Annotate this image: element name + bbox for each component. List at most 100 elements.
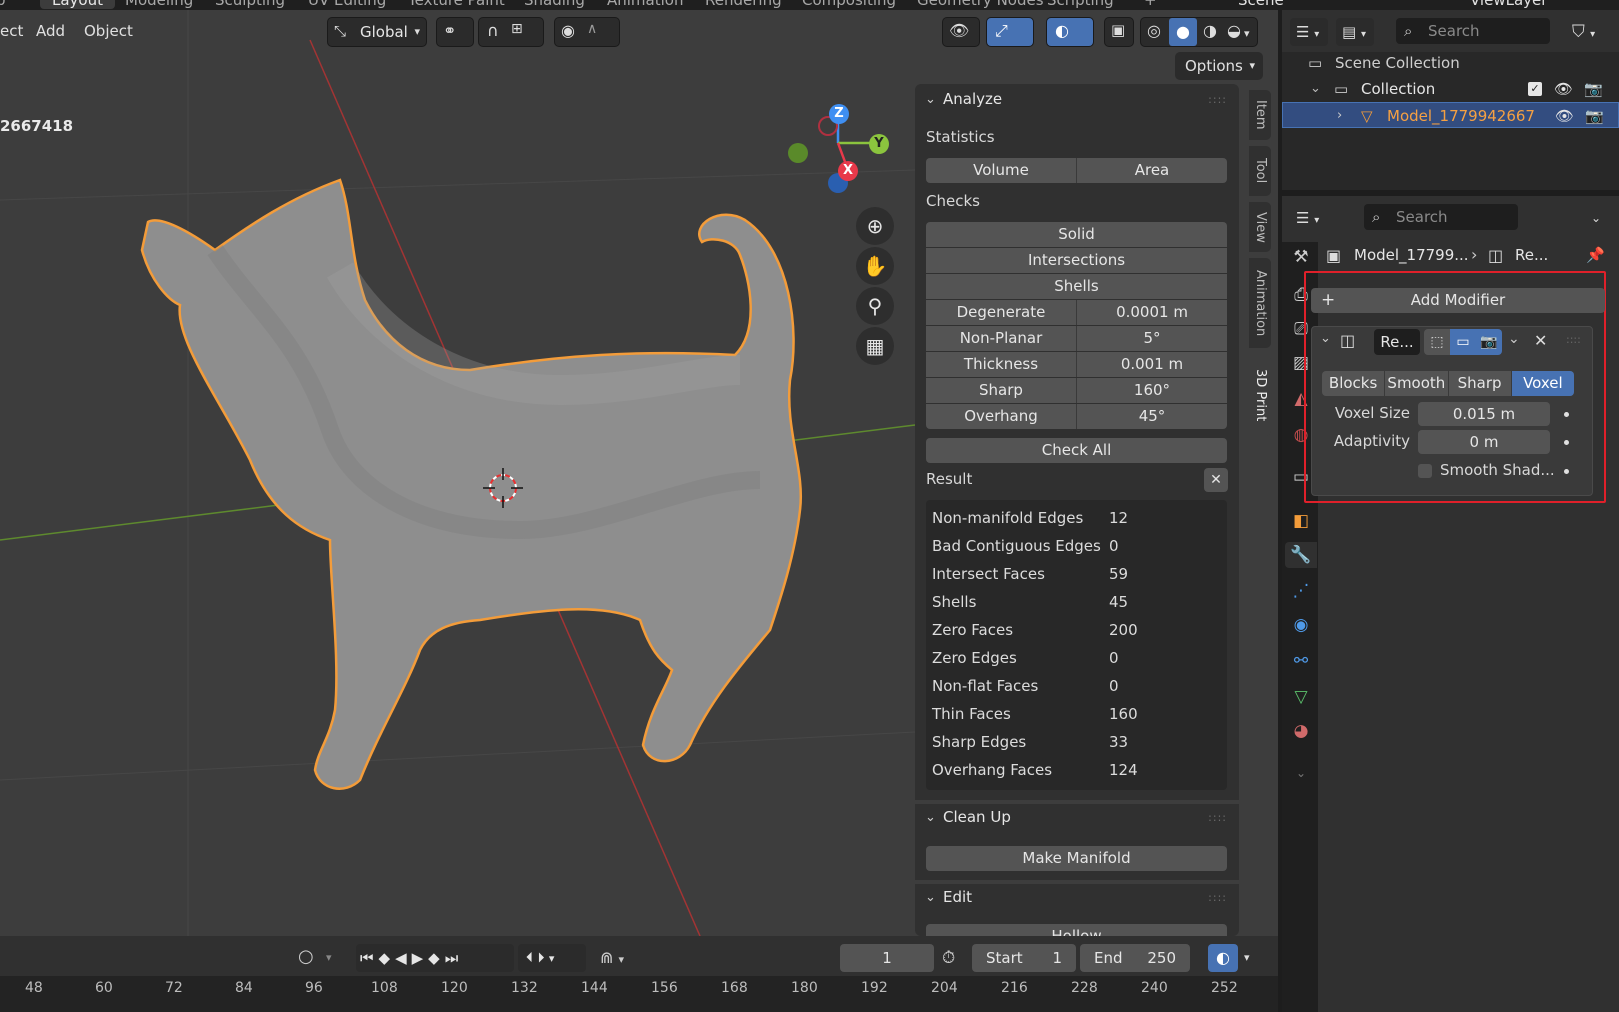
edit-mode-toggle-icon[interactable]: ⬚ [1424, 329, 1450, 355]
jump-start-icon[interactable]: ⏮ [360, 949, 379, 967]
outliner-search-input[interactable]: ⌕ Search [1396, 18, 1550, 44]
clear-result-close-icon[interactable]: ✕ [1204, 468, 1228, 492]
stopwatch-icon[interactable]: ⏱ [942, 948, 955, 968]
data-tab-icon[interactable]: ▽ [1288, 684, 1314, 710]
workspace-tab-texture-paint[interactable]: Texture Paint [408, 0, 505, 9]
chevron-down-icon[interactable]: ⌄ [925, 810, 936, 825]
chevron-down-icon[interactable]: ⌄ [1320, 331, 1331, 346]
chevron-down-icon[interactable]: ⌄ [1288, 760, 1314, 786]
mode-voxel-button[interactable]: Voxel [1511, 371, 1574, 396]
drag-handle-icon[interactable]: :::: [1208, 93, 1227, 106]
menu-object[interactable]: Object [84, 22, 133, 40]
check-intersections-button[interactable]: Intersections [926, 248, 1227, 273]
next-keyframe-icon[interactable]: ◆ [428, 949, 445, 967]
smooth-shading-checkbox[interactable] [1418, 464, 1432, 478]
chevron-down-icon[interactable]: ▾ [1244, 951, 1250, 964]
chevron-down-icon[interactable]: ⌄ [925, 890, 936, 905]
eye-icon[interactable]: 👁 [1554, 76, 1573, 102]
add-workspace-button[interactable]: + [1144, 0, 1157, 9]
overlay-toggle[interactable]: ◐ [1046, 17, 1094, 47]
workspace-tab-geometry-nodes[interactable]: Geometry Nodes [917, 0, 1044, 9]
degenerate-check-button[interactable]: Degenerate [926, 300, 1077, 325]
menu-object-partial[interactable]: ect [0, 22, 23, 40]
render-camera-icon[interactable]: 📷 [1476, 329, 1502, 355]
object-tab-icon[interactable]: ◧ [1288, 508, 1314, 534]
add-modifier-button[interactable]: + Add Modifier [1311, 288, 1605, 313]
sharp-angle-field[interactable]: 160° [1077, 378, 1227, 403]
perspective-grid-icon[interactable]: ▦ [856, 327, 894, 365]
voxel-size-field[interactable]: 0.015 m [1418, 402, 1550, 426]
scene-name[interactable]: Scene [1238, 0, 1284, 9]
filter-icon[interactable]: ⛉ ▾ [1572, 18, 1610, 46]
keyframe-dot-icon[interactable] [1564, 412, 1569, 417]
camera-icon[interactable]: 📷 [1584, 76, 1603, 102]
gizmo-x-axis[interactable]: X [838, 161, 858, 181]
end-frame-field[interactable]: End 250 [1080, 944, 1190, 972]
volume-button[interactable]: Volume [926, 158, 1077, 183]
cleanup-panel-title[interactable]: Clean Up [943, 808, 1011, 826]
mode-blocks-button[interactable]: Blocks [1322, 371, 1386, 396]
tab-3d-print[interactable]: 3D Print [1249, 354, 1271, 436]
workspace-tab-uv-editing[interactable]: UV Editing [308, 0, 386, 9]
pivot-point-dropdown[interactable]: ⚭ [436, 17, 474, 47]
analyze-panel-title[interactable]: Analyze [943, 90, 1002, 108]
play-icon[interactable]: ▶ [412, 949, 429, 967]
wireframe-shading-icon[interactable]: ◎ [1147, 21, 1161, 40]
chevron-down-icon[interactable]: ⌄ [925, 92, 936, 107]
visibility-dropdown[interactable]: 👁 [942, 17, 980, 47]
check-solid-button[interactable]: Solid [926, 222, 1227, 247]
sync-playback-icon[interactable]: ◐ [1208, 944, 1238, 972]
non-planar-check-button[interactable]: Non-Planar [926, 326, 1077, 351]
editor-type-dropdown[interactable]: ☰ ▾ [1290, 18, 1328, 46]
overhang-angle-field[interactable]: 45° [1077, 404, 1227, 429]
mode-sharp-button[interactable]: Sharp [1449, 371, 1512, 396]
workspace-tab-modeling[interactable]: Modeling [125, 0, 193, 9]
outliner-scene-collection[interactable]: ▭ Scene Collection [1282, 50, 1619, 76]
gizmo-y-axis[interactable]: Y [869, 134, 889, 154]
area-button[interactable]: Area [1077, 158, 1227, 183]
display-mode-dropdown[interactable]: ▤ ▾ [1336, 18, 1374, 46]
outliner-model-object[interactable]: › ▽ Model_1779942667 👁 📷 [1282, 102, 1619, 128]
thickness-value-field[interactable]: 0.001 m [1077, 352, 1227, 377]
make-manifold-button[interactable]: Make Manifold [926, 846, 1227, 871]
proportional-editing-toggle[interactable]: ◉ ∧ [554, 17, 620, 47]
workspace-tab-sculpting[interactable]: Sculpting [215, 0, 285, 9]
next-subframe-icon[interactable]: ⏵ [537, 950, 544, 966]
adaptivity-field[interactable]: 0 m [1418, 430, 1550, 454]
view-layer-name[interactable]: ViewLayer [1470, 0, 1547, 9]
snap-toggle[interactable]: ∩ ⊞ [478, 17, 544, 47]
sharp-check-button[interactable]: Sharp [926, 378, 1077, 403]
degenerate-threshold-field[interactable]: 0.0001 m [1077, 300, 1227, 325]
gizmo-toggle[interactable]: ⤢ [986, 17, 1034, 47]
keyframe-dot-icon[interactable] [1564, 440, 1569, 445]
workspace-tab-compositing[interactable]: Compositing [802, 0, 896, 9]
jump-end-icon[interactable]: ⏭ [445, 949, 464, 967]
solid-shading-icon[interactable]: ● [1169, 18, 1197, 46]
drag-handle-icon[interactable]: :::: [1566, 333, 1581, 346]
tab-item[interactable]: Item [1249, 90, 1271, 140]
material-tab-icon[interactable]: ◕ [1288, 718, 1314, 744]
workspace-tab-animation[interactable]: Animation [607, 0, 683, 9]
keyframe-toggle[interactable]: ○ ▾ [296, 944, 346, 972]
current-frame-field[interactable]: 1 [840, 944, 934, 972]
drag-handle-icon[interactable]: :::: [1208, 891, 1227, 904]
overhang-check-button[interactable]: Overhang [926, 404, 1077, 429]
gizmo-z-axis[interactable]: Z [829, 104, 849, 124]
chevron-down-icon[interactable]: ⌄ [1582, 204, 1610, 232]
drag-handle-icon[interactable]: :::: [1208, 811, 1227, 824]
check-shells-button[interactable]: Shells [926, 274, 1227, 299]
workspace-tab-layout[interactable]: Layout [40, 0, 115, 9]
modifier-wrench-icon[interactable]: 🔧 [1285, 542, 1317, 568]
edit-panel-title[interactable]: Edit [943, 888, 972, 906]
play-reverse-icon[interactable]: ◀ [395, 949, 412, 967]
constraints-tab-icon[interactable]: ⚯ [1288, 648, 1314, 674]
tool-tab-icon[interactable]: ⚒ [1288, 244, 1314, 270]
auto-keying-icon[interactable]: ⋒ ▾ [600, 944, 650, 972]
eye-icon[interactable]: 👁 [1555, 103, 1574, 129]
particles-tab-icon[interactable]: ⋰ [1288, 578, 1314, 604]
pan-hand-icon[interactable]: ✋ [856, 247, 894, 285]
options-dropdown[interactable]: Options ▾ [1175, 52, 1263, 80]
start-frame-field[interactable]: Start 1 [972, 944, 1076, 972]
non-planar-angle-field[interactable]: 5° [1077, 326, 1227, 351]
properties-search-input[interactable]: ⌕ Search [1364, 204, 1518, 230]
